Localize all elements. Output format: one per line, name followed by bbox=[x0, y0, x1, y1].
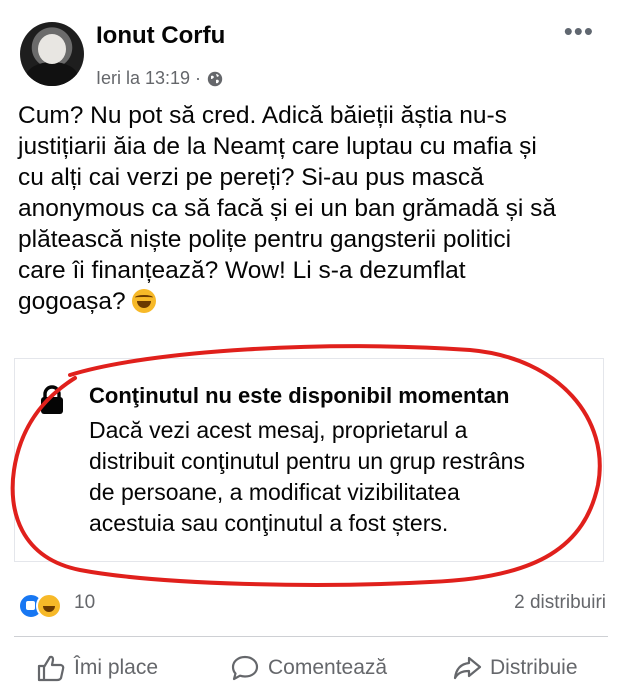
post-timestamp[interactable]: Ieri la 13:19 · bbox=[96, 68, 201, 89]
comment-button[interactable]: Comentează bbox=[230, 654, 387, 682]
share-button[interactable]: Distribuie bbox=[452, 654, 578, 682]
unavailable-content-card: Conţinutul nu este disponibil momentan D… bbox=[14, 358, 604, 562]
unavailable-message-line: de persoane, a modificat vizibilitatea bbox=[89, 479, 460, 505]
share-label: Distribuie bbox=[490, 656, 578, 679]
comment-bubble-icon bbox=[231, 655, 259, 681]
unavailable-message-line: distribuit conţinutul pentru un grup res… bbox=[89, 448, 525, 474]
thumbs-up-icon bbox=[37, 655, 65, 682]
post-meta: Ieri la 13:19 · bbox=[96, 68, 223, 89]
laughing-tears-emoji-icon bbox=[132, 289, 157, 313]
reactions-summary[interactable] bbox=[16, 590, 66, 619]
share-arrow-icon bbox=[453, 656, 482, 680]
more-options-button[interactable]: ••• bbox=[564, 18, 594, 44]
post-text-line: gogoașa? bbox=[18, 288, 126, 315]
like-label: Îmi place bbox=[74, 656, 159, 679]
post-text-line: Cum? Nu pot să cred. Adică băieții ăștia… bbox=[18, 102, 507, 129]
lock-icon bbox=[41, 385, 63, 414]
post-text: Cum? Nu pot să cred. Adică băieții ăștia… bbox=[18, 100, 608, 317]
unavailable-title: Conţinutul nu este disponibil momentan bbox=[89, 383, 510, 408]
post-action-bar: Îmi place Comentează Distribuie bbox=[0, 648, 622, 692]
share-count[interactable]: 2 distribuiri bbox=[514, 592, 606, 614]
reaction-count[interactable]: 10 bbox=[74, 592, 95, 614]
haha-reaction-icon bbox=[36, 593, 62, 619]
post-text-line: justițiarii ăia de la Neamț care luptau … bbox=[18, 133, 537, 160]
author-name[interactable]: Ionut Corfu bbox=[96, 22, 225, 50]
actions-divider bbox=[14, 636, 608, 637]
reaction-stats-bar: 10 2 distribuiri bbox=[16, 588, 606, 619]
post-header: Ionut Corfu Ieri la 13:19 · ••• bbox=[14, 12, 610, 88]
post-text-line: anonymous ca să facă și ei un ban grămad… bbox=[18, 195, 556, 222]
unavailable-message: Dacă vezi acest mesaj, proprietarul a di… bbox=[89, 415, 589, 539]
globe-icon bbox=[207, 71, 223, 86]
post-text-line-last: gogoașa? bbox=[18, 286, 608, 317]
post-text-line: plătească niște polițe pentru gangsterii… bbox=[18, 226, 512, 253]
post-text-line: cu alți cai verzi pe pereți? Si-au pus m… bbox=[18, 164, 484, 191]
unavailable-message-line: Dacă vezi acest mesaj, proprietarul a bbox=[89, 417, 468, 443]
comment-label: Comentează bbox=[268, 656, 388, 679]
like-button[interactable]: Îmi place bbox=[36, 654, 158, 682]
unavailable-message-line: acestuia sau conţinutul a fost șters. bbox=[89, 510, 449, 536]
author-avatar[interactable] bbox=[20, 22, 84, 86]
post-text-line: care îi finanțează? Wow! Li s-a dezumfla… bbox=[18, 257, 466, 284]
